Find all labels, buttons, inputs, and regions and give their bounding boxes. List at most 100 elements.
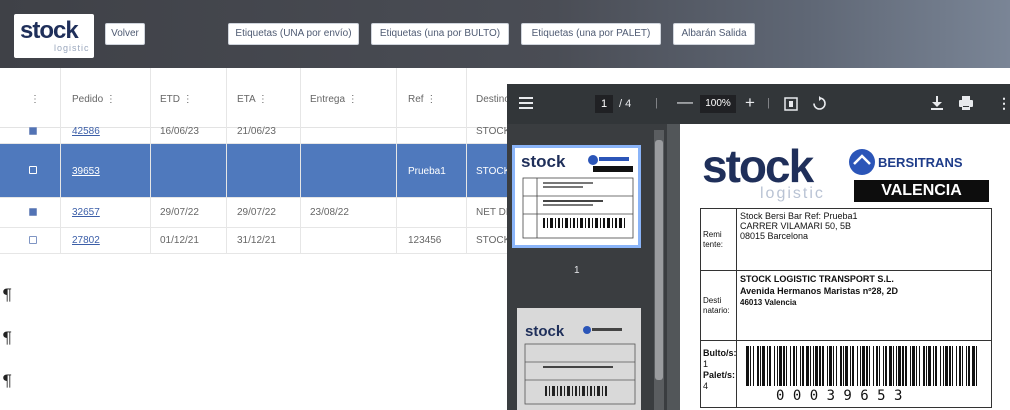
page-thumbnail-2[interactable]: stock — [517, 308, 641, 410]
page-thumbnail-1[interactable]: stock — [512, 145, 641, 248]
row-checkbox[interactable] — [29, 127, 37, 135]
entrega-column-header[interactable]: Entrega ⋮ — [310, 94, 358, 105]
destino-cell: STOCK — [476, 126, 511, 137]
palets-value: 4 — [703, 381, 709, 391]
paragraph-mark: ¶ — [2, 328, 13, 347]
stock-logo: stock logistic — [14, 14, 94, 58]
eta-column-header[interactable]: ETA ⋮ — [237, 94, 268, 105]
more-options-icon[interactable]: ⋮ — [997, 95, 1010, 112]
labels-per-pallet-button[interactable]: Etiquetas (una por PALET) — [521, 23, 661, 45]
remitente-line: CARRER VILAMARI 50, 5B — [740, 221, 852, 231]
select-column-header[interactable]: ⋮ — [30, 94, 40, 105]
barcode-bar — [935, 346, 937, 386]
barcode-bar — [767, 346, 768, 386]
barcode-bar — [928, 346, 931, 386]
back-button[interactable]: Volver — [105, 23, 145, 45]
barcode-bar — [750, 346, 751, 386]
destino-column-header[interactable]: Destino — [476, 94, 510, 105]
barcode-bar — [940, 346, 941, 386]
barcode-bar — [829, 346, 832, 386]
logo-subtitle: logistic — [54, 43, 90, 53]
bultos-label: Bulto/s: — [703, 348, 737, 358]
barcode-bar — [836, 346, 837, 386]
print-icon[interactable] — [959, 96, 973, 110]
download-icon[interactable] — [931, 96, 943, 110]
etd-column-header[interactable]: ETD ⋮ — [160, 94, 193, 105]
barcode-bar — [885, 346, 887, 386]
destinatario-line: STOCK LOGISTIC TRANSPORT S.L. — [740, 274, 894, 284]
barcode-bar — [786, 346, 787, 386]
barcode-bar — [753, 346, 754, 386]
barcode-bar — [879, 346, 880, 386]
barcode-bar — [762, 346, 765, 386]
barcode-bar — [876, 346, 878, 386]
etd-cell: 29/07/22 — [160, 207, 199, 218]
entrega-cell: 23/08/22 — [310, 207, 349, 218]
barcode-bar — [862, 346, 865, 386]
menu-icon[interactable] — [519, 97, 533, 109]
destinatario-line: 46013 Valencia — [740, 298, 797, 307]
page-count: / 4 — [619, 98, 632, 110]
thumbnail-sidebar: stock 1 stock — [507, 124, 667, 410]
thumbnail-scrollbar[interactable] — [654, 130, 664, 410]
barcode-bar — [757, 346, 759, 386]
page-number-input[interactable]: 1 — [595, 95, 613, 113]
toolbar-divider: | — [767, 97, 770, 109]
zoom-out-icon[interactable]: — — [677, 94, 693, 112]
ref-column-header[interactable]: Ref ⋮ — [408, 94, 436, 105]
thumbnail-page-number: 1 — [574, 265, 580, 276]
logo-word: stock — [20, 17, 79, 44]
barcode-text: 0 0 0 3 9 6 5 3 — [776, 388, 903, 404]
bultos-value: 1 — [703, 359, 709, 369]
barcode-bar — [956, 346, 957, 386]
barcode-bar — [912, 346, 915, 386]
barcode-bar — [919, 346, 920, 386]
pedido-link[interactable]: 27802 — [72, 235, 100, 246]
barcode-bar — [966, 346, 967, 386]
pedido-link[interactable]: 42586 — [72, 126, 100, 137]
delivery-note-button[interactable]: Albarán Salida — [673, 23, 755, 45]
barcode-bar — [769, 346, 771, 386]
barcode-bar — [779, 346, 782, 386]
barcode-bar — [806, 346, 809, 386]
row-checkbox[interactable] — [29, 208, 37, 216]
label-city: VALENCIA — [881, 182, 962, 199]
zoom-in-icon[interactable]: + — [745, 93, 755, 113]
barcode-bar — [833, 346, 834, 386]
barcode-bar — [827, 346, 828, 386]
barcode-bar — [843, 346, 844, 386]
top-toolbar: stock logistic Volver Etiquetas (UNA por… — [0, 0, 1010, 68]
fit-page-icon[interactable] — [784, 97, 798, 111]
barcode-bar — [840, 346, 842, 386]
row-checkbox[interactable] — [29, 236, 37, 244]
toolbar-divider: | — [655, 97, 658, 109]
eta-cell: 29/07/22 — [237, 207, 276, 218]
barcode-bar — [926, 346, 927, 386]
label-brand-sub: logistic — [760, 185, 825, 202]
barcode-bar — [972, 346, 975, 386]
zoom-input[interactable]: 100% — [700, 95, 736, 113]
barcode-bar — [790, 346, 791, 386]
barcode-bar — [952, 346, 953, 386]
row-checkbox[interactable] — [29, 166, 37, 174]
barcode-bar — [813, 346, 814, 386]
barcode-bar — [810, 346, 811, 386]
labels-per-package-button[interactable]: Etiquetas (una por BULTO) — [371, 23, 509, 45]
destinatario-line: Avenida Hermanos Maristas nº28, 2D — [740, 286, 899, 296]
remitente-line: Stock Bersi Bar Ref: Prueba1 — [740, 211, 858, 221]
barcode-bar — [976, 346, 977, 386]
destino-cell: STOCK — [476, 166, 511, 177]
labels-per-shipment-button[interactable]: Etiquetas (UNA por envío) — [228, 23, 359, 45]
city-banner: VALENCIA — [854, 180, 989, 202]
rotate-icon[interactable] — [812, 96, 827, 111]
palets-label: Palet/s: — [703, 370, 736, 380]
pedido-link[interactable]: 32657 — [72, 207, 100, 218]
barcode-bar — [793, 346, 795, 386]
barcode-bar — [898, 346, 901, 386]
pedido-column-header[interactable]: Pedido ⋮ — [72, 94, 116, 105]
barcode-bar — [866, 346, 868, 386]
pedido-link[interactable]: 39653 — [72, 166, 100, 177]
bersitrans-emblem-icon — [849, 149, 875, 175]
barcode-bar — [746, 346, 749, 386]
paragraph-mark: ¶ — [2, 285, 13, 304]
